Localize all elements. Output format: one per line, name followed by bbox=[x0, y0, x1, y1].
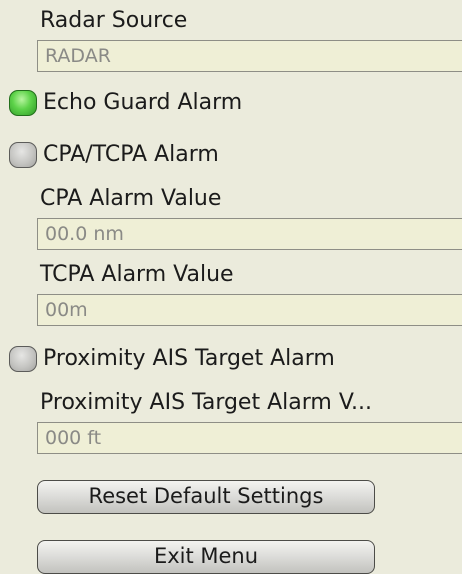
proximity-ais-indicator-icon[interactable] bbox=[9, 346, 37, 372]
cpa-tcpa-alarm-label[interactable]: CPA/TCPA Alarm bbox=[43, 142, 219, 168]
tcpa-alarm-value-label: TCPA Alarm Value bbox=[40, 262, 234, 287]
proximity-ais-value-label: Proximity AIS Target Alarm V... bbox=[40, 390, 373, 415]
proximity-ais-value-field[interactable]: 000 ft bbox=[37, 422, 462, 454]
proximity-ais-alarm-label[interactable]: Proximity AIS Target Alarm bbox=[43, 346, 335, 372]
echo-guard-alarm-label[interactable]: Echo Guard Alarm bbox=[43, 90, 242, 116]
cpa-alarm-value-label: CPA Alarm Value bbox=[40, 186, 222, 211]
radar-source-label: Radar Source bbox=[40, 8, 188, 33]
reset-default-settings-button[interactable]: Reset Default Settings bbox=[37, 480, 375, 514]
exit-menu-button[interactable]: Exit Menu bbox=[37, 540, 375, 574]
radar-source-field[interactable]: RADAR bbox=[37, 40, 462, 72]
alarm-settings-panel: Radar Source RADAR Echo Guard Alarm CPA/… bbox=[0, 0, 462, 574]
cpa-alarm-value-field[interactable]: 00.0 nm bbox=[37, 218, 462, 250]
tcpa-alarm-value-field[interactable]: 00m bbox=[37, 294, 462, 326]
cpa-tcpa-indicator-icon[interactable] bbox=[9, 142, 37, 168]
echo-guard-indicator-icon[interactable] bbox=[9, 90, 37, 116]
